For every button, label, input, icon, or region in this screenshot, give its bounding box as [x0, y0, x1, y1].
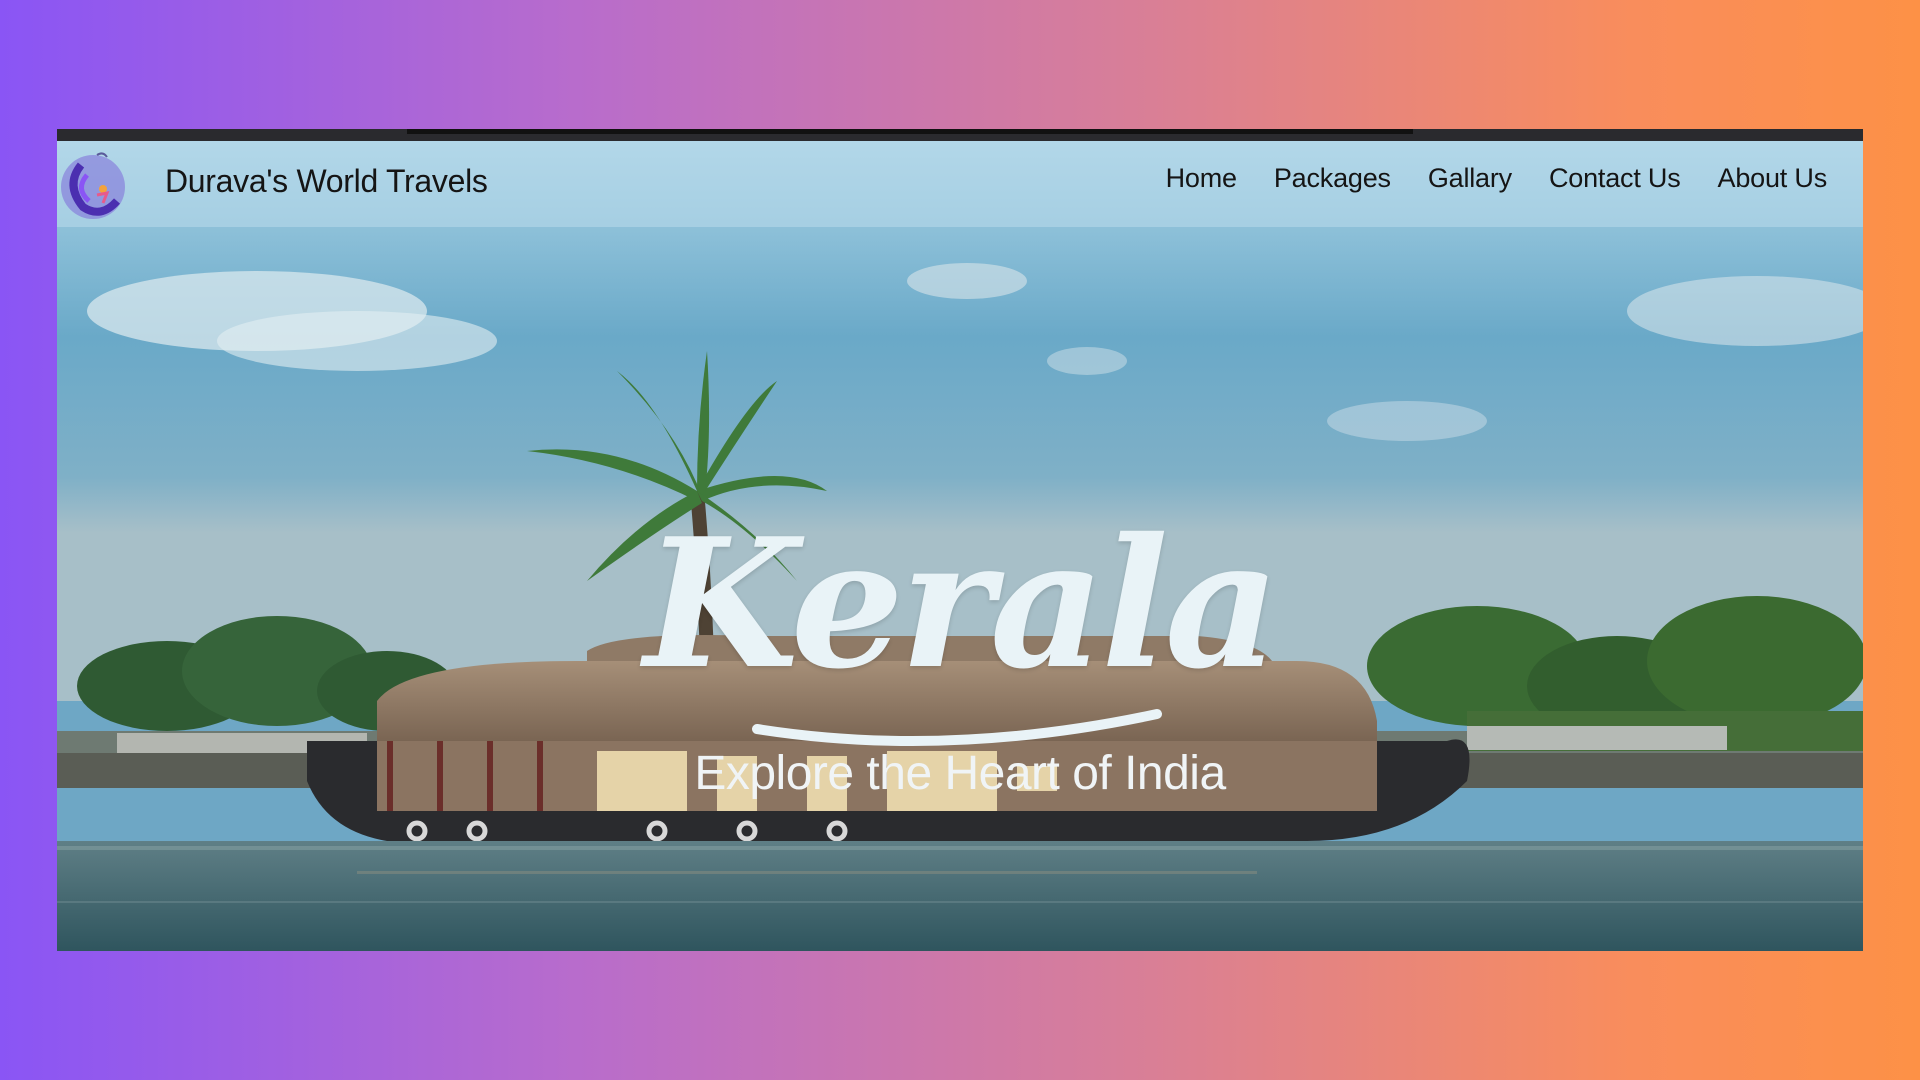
top-navbar: Durava's World Travels Home Packages Gal…: [57, 141, 1863, 227]
nav-contact-link[interactable]: Contact Us: [1549, 163, 1681, 194]
globe-traveler-icon[interactable]: [57, 145, 131, 223]
hero-subtitle: Explore the Heart of India: [694, 747, 1226, 800]
hero-title: Kerala: [643, 499, 1280, 708]
nav-packages-link[interactable]: Packages: [1274, 163, 1391, 194]
brand-name[interactable]: Durava's World Travels: [165, 163, 488, 200]
window-top-bar-strip: [407, 129, 1413, 134]
window-top-bar: [57, 129, 1863, 141]
nav-gallery-link[interactable]: Gallary: [1428, 163, 1512, 194]
nav-home-link[interactable]: Home: [1166, 163, 1237, 194]
browser-viewport: Durava's World Travels Home Packages Gal…: [57, 129, 1863, 951]
nav-menu: Home Packages Gallary Contact Us About U…: [1129, 163, 1828, 194]
nav-about-link[interactable]: About Us: [1718, 163, 1828, 194]
